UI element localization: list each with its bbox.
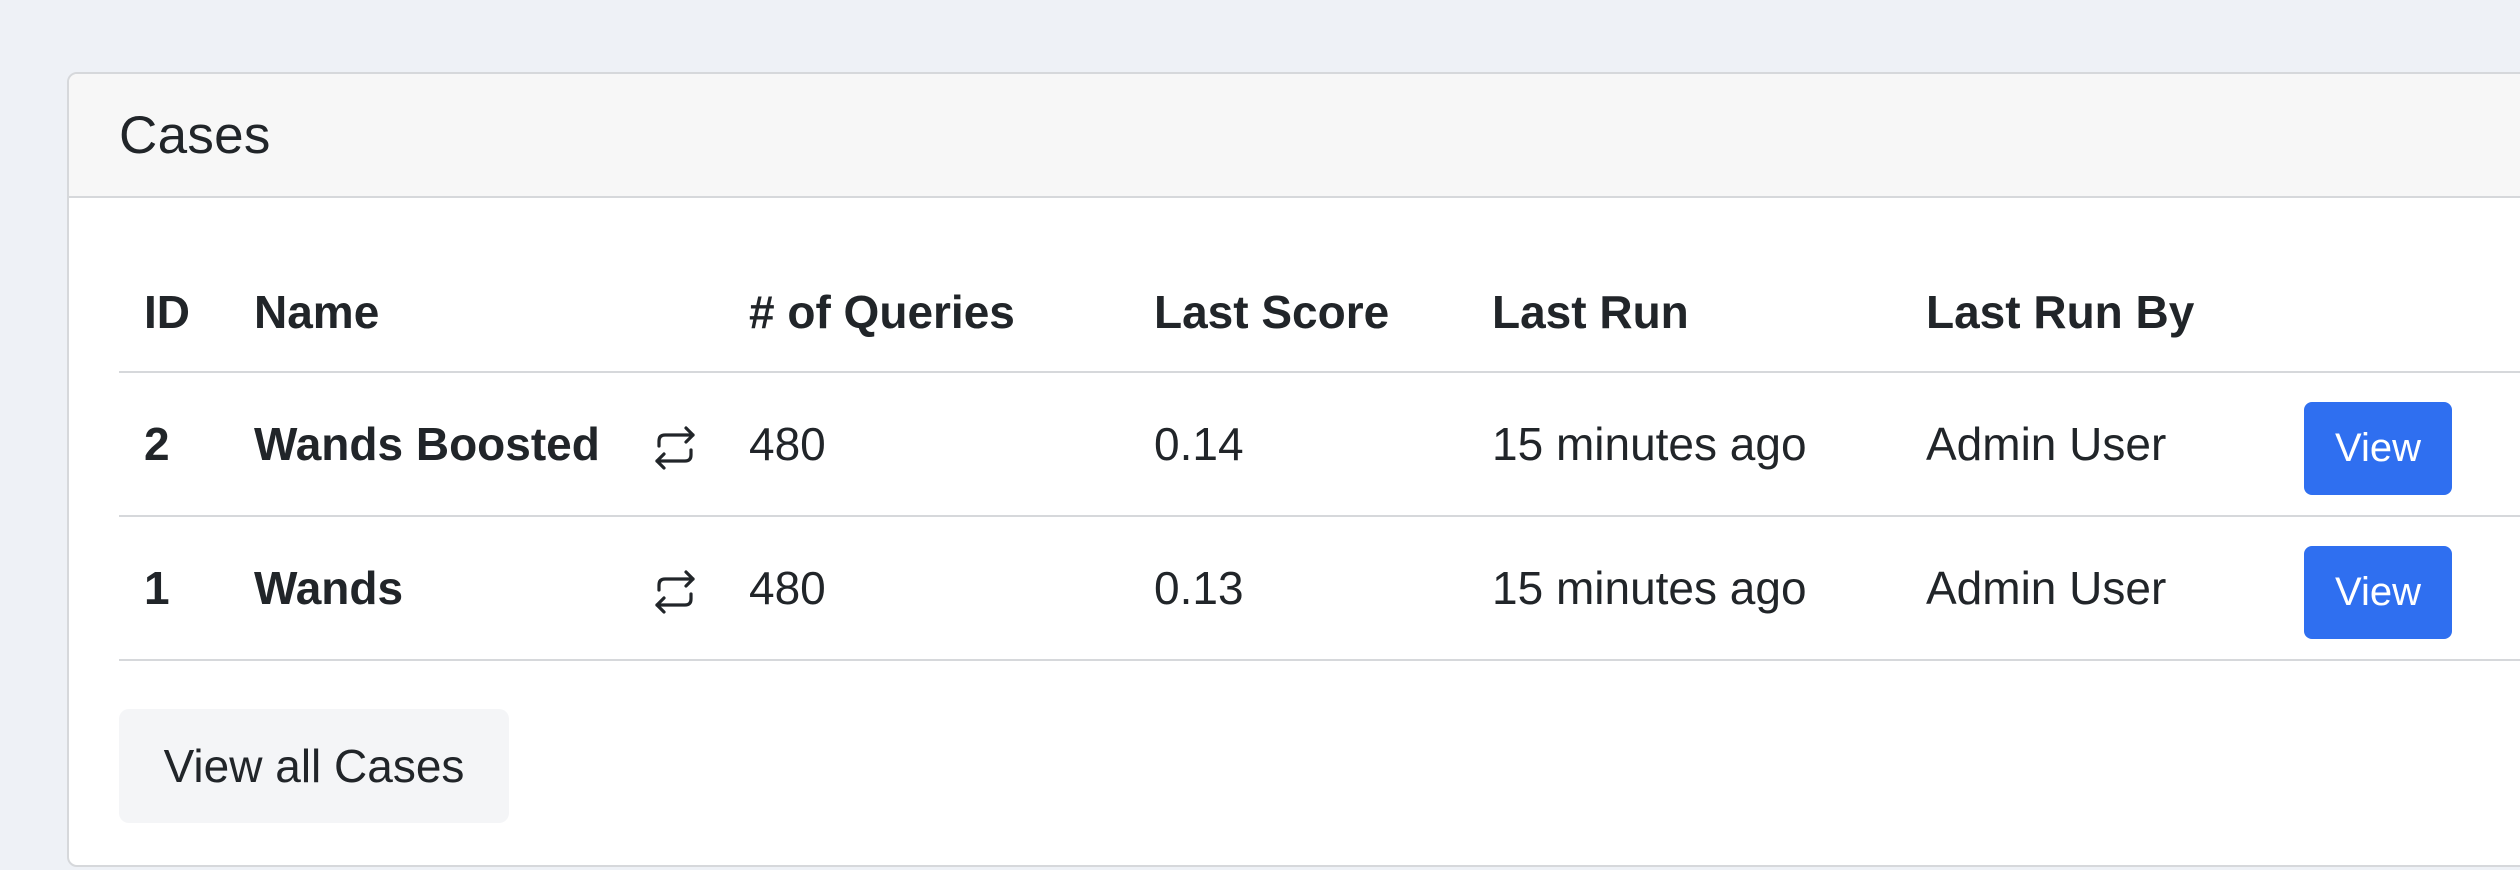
case-last-run: 15 minutes ago	[1467, 372, 1901, 517]
cases-table: ID Name # of Queries Last Score Last Run…	[119, 252, 2520, 661]
case-queries: 480	[749, 372, 1129, 517]
card-body: ID Name # of Queries Last Score Last Run…	[69, 252, 2520, 823]
repeat-cell	[649, 516, 749, 661]
card-header: Cases	[69, 74, 2520, 198]
case-id: 1	[119, 516, 229, 661]
view-all-cases-button[interactable]: View all Cases	[119, 709, 509, 823]
case-name: Wands Boosted	[229, 372, 649, 517]
case-id: 2	[119, 372, 229, 517]
table-row: 1 Wands 480 0.13 15 minutes ago Admin Us…	[119, 516, 2520, 661]
table-header-row: ID Name # of Queries Last Score Last Run…	[119, 252, 2520, 373]
header-icon-spacer	[649, 252, 749, 373]
case-action-cell: View	[2269, 516, 2520, 661]
case-last-score: 0.13	[1129, 516, 1467, 661]
repeat-icon[interactable]	[649, 426, 701, 470]
cases-card: Cases ID Name # of Queries Last Score La…	[67, 72, 2520, 867]
header-last-score: Last Score	[1129, 252, 1467, 373]
view-case-button[interactable]: View	[2304, 545, 2452, 639]
repeat-cell	[649, 372, 749, 517]
header-id: ID	[119, 252, 229, 373]
card-title: Cases	[119, 105, 271, 165]
header-name: Name	[229, 252, 649, 373]
case-last-run-by: Admin User	[1901, 516, 2269, 661]
header-queries: # of Queries	[749, 252, 1129, 373]
header-last-run: Last Run	[1467, 252, 1901, 373]
header-actions	[2269, 252, 2520, 373]
case-name: Wands	[229, 516, 649, 661]
table-row: 2 Wands Boosted 480 0.14 15 minutes ago …	[119, 372, 2520, 517]
case-queries: 480	[749, 516, 1129, 661]
case-last-run-by: Admin User	[1901, 372, 2269, 517]
view-case-button[interactable]: View	[2304, 401, 2452, 495]
repeat-icon[interactable]	[649, 570, 701, 614]
case-action-cell: View	[2269, 372, 2520, 517]
header-last-run-by: Last Run By	[1901, 252, 2269, 373]
case-last-score: 0.14	[1129, 372, 1467, 517]
case-last-run: 15 minutes ago	[1467, 516, 1901, 661]
